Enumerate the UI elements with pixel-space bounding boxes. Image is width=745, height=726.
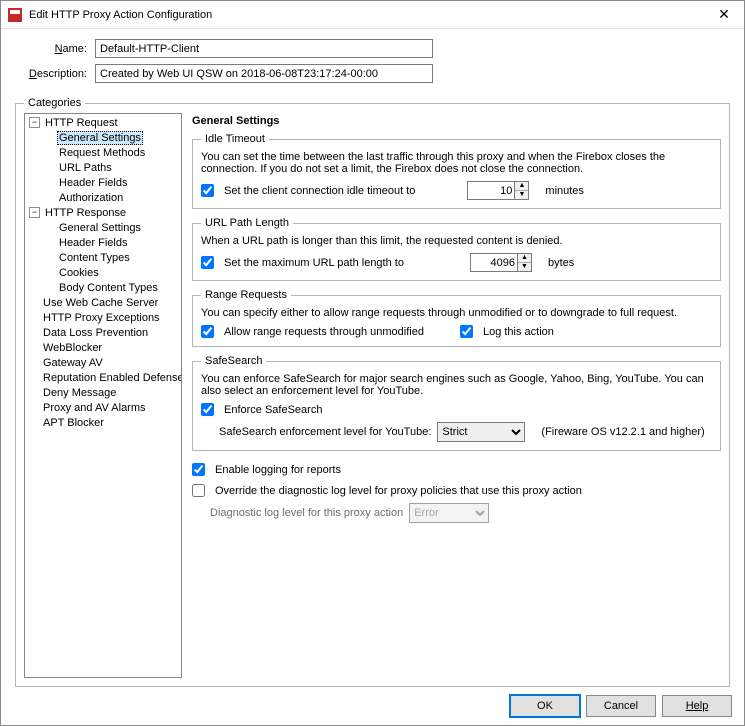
url-spinner[interactable]: ▲▼ <box>518 253 532 272</box>
categories-legend: Categories <box>24 97 85 109</box>
idle-spinner[interactable]: ▲▼ <box>515 181 529 200</box>
tree-webblocker[interactable]: WebBlocker <box>41 342 104 354</box>
header-fields: Name: Description: <box>1 29 744 93</box>
safe-cb-label: Enforce SafeSearch <box>224 404 322 416</box>
url-value-input[interactable] <box>470 253 518 272</box>
logging-label: Enable logging for reports <box>215 464 341 476</box>
safe-checkbox[interactable] <box>201 403 214 416</box>
categories-fieldset: Categories −HTTP Request General Setting… <box>15 97 730 687</box>
tree-apt[interactable]: APT Blocker <box>41 417 106 429</box>
tree-url-paths[interactable]: URL Paths <box>57 162 114 174</box>
tree-dlp[interactable]: Data Loss Prevention <box>41 327 150 339</box>
tree-http-request[interactable]: HTTP Request <box>43 117 120 129</box>
tree-body-content[interactable]: Body Content Types <box>57 282 160 294</box>
category-tree[interactable]: −HTTP Request General Settings Request M… <box>24 113 182 678</box>
tree-cookies[interactable]: Cookies <box>57 267 101 279</box>
range-log-checkbox[interactable] <box>460 325 473 338</box>
tree-gateway-av[interactable]: Gateway AV <box>41 357 105 369</box>
tree-red[interactable]: Reputation Enabled Defense <box>41 372 182 384</box>
url-cb-label: Set the maximum URL path length to <box>224 257 404 269</box>
tree-proxy-exceptions[interactable]: HTTP Proxy Exceptions <box>41 312 162 324</box>
range-group: Range Requests You can specify either to… <box>192 289 721 347</box>
idle-value-input[interactable] <box>467 181 515 200</box>
tree-alarms[interactable]: Proxy and AV Alarms <box>41 402 148 414</box>
pane-title: General Settings <box>192 115 721 127</box>
window-title: Edit HTTP Proxy Action Configuration <box>29 9 710 21</box>
safe-legend: SafeSearch <box>201 355 266 367</box>
cancel-button[interactable]: Cancel <box>586 695 656 717</box>
safe-level-select[interactable]: Strict <box>437 422 525 442</box>
app-icon <box>7 7 23 23</box>
dialog-window: Edit HTTP Proxy Action Configuration ✕ N… <box>0 0 745 726</box>
range-log-label: Log this action <box>483 326 554 338</box>
idle-timeout-group: Idle Timeout You can set the time betwee… <box>192 133 721 209</box>
tree-resp-general[interactable]: General Settings <box>57 222 143 234</box>
override-label: Override the diagnostic log level for pr… <box>215 485 582 497</box>
safe-desc: You can enforce SafeSearch for major sea… <box>201 373 712 397</box>
help-button[interactable]: Help <box>662 695 732 717</box>
collapse-icon[interactable]: − <box>29 117 40 128</box>
url-length-group: URL Path Length When a URL path is longe… <box>192 217 721 281</box>
override-checkbox[interactable] <box>192 484 205 497</box>
idle-desc: You can set the time between the last tr… <box>201 151 712 175</box>
description-label: Description: <box>21 68 87 80</box>
range-desc: You can specify either to allow range re… <box>201 307 712 319</box>
dialog-footer: OK Cancel Help <box>1 687 744 725</box>
settings-pane: General Settings Idle Timeout You can se… <box>192 113 721 678</box>
diag-select: Error <box>409 503 489 523</box>
logging-checkbox[interactable] <box>192 463 205 476</box>
tree-authorization[interactable]: Authorization <box>57 192 125 204</box>
url-legend: URL Path Length <box>201 217 293 229</box>
url-checkbox[interactable] <box>201 256 214 269</box>
idle-checkbox[interactable] <box>201 184 214 197</box>
tree-web-cache[interactable]: Use Web Cache Server <box>41 297 160 309</box>
diag-label: Diagnostic log level for this proxy acti… <box>210 507 403 519</box>
idle-legend: Idle Timeout <box>201 133 269 145</box>
tree-resp-header[interactable]: Header Fields <box>57 237 129 249</box>
name-input[interactable] <box>95 39 433 58</box>
tree-content-types[interactable]: Content Types <box>57 252 132 264</box>
close-button[interactable]: ✕ <box>710 6 738 23</box>
safe-level-label: SafeSearch enforcement level for YouTube… <box>219 426 431 438</box>
range-allow-label: Allow range requests through unmodified <box>224 326 424 338</box>
tree-request-methods[interactable]: Request Methods <box>57 147 147 159</box>
range-allow-checkbox[interactable] <box>201 325 214 338</box>
ok-button[interactable]: OK <box>510 695 580 717</box>
description-input[interactable] <box>95 64 433 83</box>
tree-header-fields[interactable]: Header Fields <box>57 177 129 189</box>
tree-http-response[interactable]: HTTP Response <box>43 207 128 219</box>
name-label: Name: <box>21 43 87 55</box>
range-legend: Range Requests <box>201 289 291 301</box>
tree-general-settings[interactable]: General Settings <box>57 131 143 145</box>
collapse-icon[interactable]: − <box>29 207 40 218</box>
safesearch-group: SafeSearch You can enforce SafeSearch fo… <box>192 355 721 451</box>
titlebar: Edit HTTP Proxy Action Configuration ✕ <box>1 1 744 29</box>
tree-deny[interactable]: Deny Message <box>41 387 118 399</box>
url-unit: bytes <box>548 257 574 269</box>
safe-note: (Fireware OS v12.2.1 and higher) <box>541 426 704 438</box>
url-desc: When a URL path is longer than this limi… <box>201 235 712 247</box>
idle-unit: minutes <box>545 185 584 197</box>
idle-cb-label: Set the client connection idle timeout t… <box>224 185 415 197</box>
